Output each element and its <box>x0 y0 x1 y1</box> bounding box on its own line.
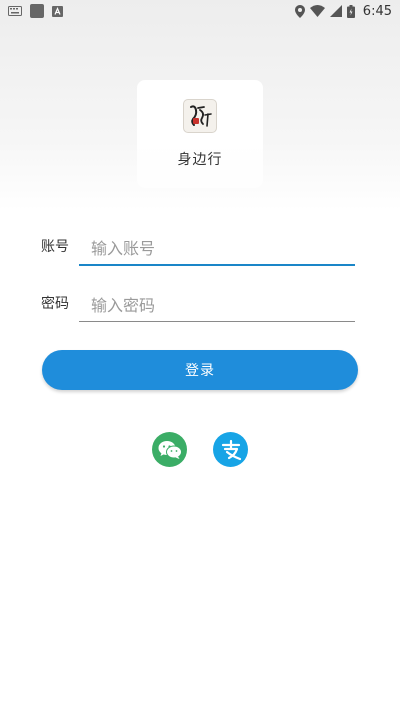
logo-card: 身边行 <box>137 80 263 188</box>
location-icon <box>294 4 305 18</box>
keyboard-icon <box>8 6 22 16</box>
status-time: 6:45 <box>362 3 392 19</box>
account-row: 账号 <box>41 230 355 266</box>
password-row: 密码 <box>41 287 355 322</box>
account-input[interactable] <box>79 232 355 264</box>
status-left <box>8 4 63 18</box>
social-login <box>152 432 248 468</box>
wifi-icon <box>309 5 325 17</box>
status-right: 6:45 <box>294 3 392 19</box>
alipay-icon <box>221 439 241 460</box>
app-logo <box>183 99 217 133</box>
alipay-login-button[interactable] <box>213 432 248 467</box>
login-button[interactable]: 登录 <box>42 350 358 390</box>
signal-icon <box>329 5 342 17</box>
app-logo-icon <box>190 105 212 127</box>
text-app-icon <box>52 5 63 17</box>
account-underline <box>79 264 355 266</box>
account-label: 账号 <box>41 239 69 255</box>
status-bar: 6:45 <box>0 0 400 22</box>
password-label: 密码 <box>41 296 69 312</box>
battery-icon <box>346 4 355 18</box>
wechat-login-button[interactable] <box>152 432 187 467</box>
password-underline <box>79 321 355 322</box>
app-square-icon <box>30 4 44 18</box>
password-input[interactable] <box>79 289 355 321</box>
app-name: 身边行 <box>177 152 223 168</box>
wechat-icon <box>158 440 182 459</box>
